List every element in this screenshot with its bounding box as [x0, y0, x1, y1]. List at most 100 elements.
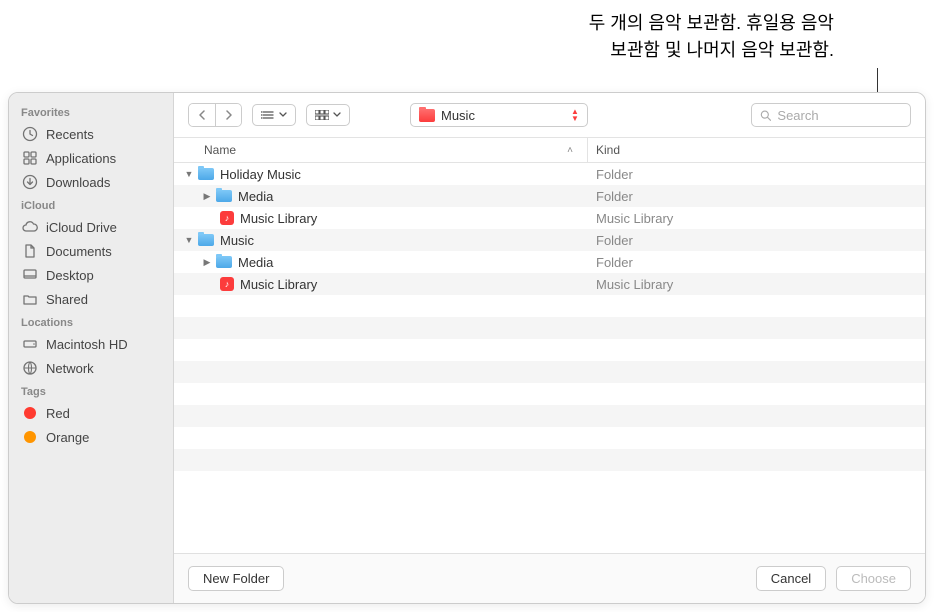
download-icon [21, 173, 39, 191]
apps-icon [21, 149, 39, 167]
tag-orange-icon [21, 428, 39, 446]
sidebar: Favorites Recents Applications Downloads… [9, 93, 174, 603]
file-name: Music Library [240, 277, 317, 292]
disk-icon [21, 335, 39, 353]
sidebar-item-label: Network [46, 361, 94, 376]
empty-row [174, 317, 925, 339]
folder-icon [198, 234, 214, 246]
sidebar-item-label: Documents [46, 244, 112, 259]
empty-row [174, 471, 925, 493]
back-button[interactable] [189, 104, 215, 126]
view-list-button[interactable] [252, 104, 296, 126]
annotation-text: 두 개의 음악 보관함. 휴일용 음악 보관함 및 나머지 음악 보관함. [589, 10, 834, 64]
clock-icon [21, 125, 39, 143]
file-list: ▼ Holiday Music Folder ▶ Media Folder ♪ … [174, 163, 925, 553]
disclosure-triangle-icon[interactable]: ▼ [184, 169, 194, 179]
sidebar-item-macintosh-hd[interactable]: Macintosh HD [9, 332, 173, 356]
shared-folder-icon [21, 290, 39, 308]
folder-icon [198, 168, 214, 180]
empty-row [174, 449, 925, 471]
list-icon [261, 110, 275, 120]
file-kind: Folder [588, 255, 925, 270]
sidebar-item-desktop[interactable]: Desktop [9, 263, 173, 287]
dialog-footer: New Folder Cancel Choose [174, 553, 925, 603]
folder-icon [216, 256, 232, 268]
cloud-icon [21, 218, 39, 236]
file-kind: Folder [588, 233, 925, 248]
main-pane: Music ▲▼ Name ˄ Kind ▼ Holiday M [174, 93, 925, 603]
document-icon [21, 242, 39, 260]
file-name: Media [238, 189, 273, 204]
sidebar-item-downloads[interactable]: Downloads [9, 170, 173, 194]
disclosure-triangle-icon[interactable]: ▶ [202, 257, 212, 268]
column-name[interactable]: Name ˄ [174, 138, 588, 162]
group-icon [315, 110, 329, 120]
list-item[interactable]: ▶ Media Folder [174, 251, 925, 273]
column-kind-label: Kind [596, 143, 620, 157]
sidebar-item-icloud-drive[interactable]: iCloud Drive [9, 215, 173, 239]
empty-row [174, 339, 925, 361]
list-item[interactable]: ▼ Holiday Music Folder [174, 163, 925, 185]
music-library-icon: ♪ [220, 277, 234, 291]
empty-row [174, 405, 925, 427]
chevron-left-icon [198, 110, 206, 120]
file-kind: Music Library [588, 211, 925, 226]
sidebar-item-label: Downloads [46, 175, 110, 190]
empty-row [174, 383, 925, 405]
sidebar-item-label: Macintosh HD [46, 337, 128, 352]
sidebar-item-recents[interactable]: Recents [9, 122, 173, 146]
file-name: Media [238, 255, 273, 270]
sidebar-item-label: Orange [46, 430, 89, 445]
list-item[interactable]: ▶ Media Folder [174, 185, 925, 207]
toolbar: Music ▲▼ [174, 93, 925, 137]
cancel-button[interactable]: Cancel [756, 566, 826, 591]
sidebar-item-label: Red [46, 406, 70, 421]
sidebar-item-label: Desktop [46, 268, 94, 283]
column-name-label: Name [204, 143, 236, 157]
sidebar-item-documents[interactable]: Documents [9, 239, 173, 263]
forward-button[interactable] [215, 104, 241, 126]
sidebar-item-network[interactable]: Network [9, 356, 173, 380]
file-kind: Music Library [588, 277, 925, 292]
empty-row [174, 295, 925, 317]
new-folder-button[interactable]: New Folder [188, 566, 284, 591]
sidebar-item-label: Applications [46, 151, 116, 166]
column-kind[interactable]: Kind [588, 138, 925, 162]
sidebar-item-label: Shared [46, 292, 88, 307]
file-name: Music Library [240, 211, 317, 226]
search-box[interactable] [751, 103, 911, 127]
desktop-icon [21, 266, 39, 284]
sidebar-item-applications[interactable]: Applications [9, 146, 173, 170]
search-input[interactable] [777, 108, 902, 123]
chevron-down-icon [333, 112, 341, 118]
sidebar-header-icloud: iCloud [9, 194, 173, 215]
file-kind: Folder [588, 167, 925, 182]
disclosure-triangle-icon[interactable]: ▼ [184, 235, 194, 245]
sidebar-item-shared[interactable]: Shared [9, 287, 173, 311]
disclosure-triangle-icon[interactable]: ▶ [202, 191, 212, 202]
chevron-right-icon [225, 110, 233, 120]
popup-arrows-icon: ▲▼ [571, 108, 579, 122]
file-name: Holiday Music [220, 167, 301, 182]
music-library-icon: ♪ [220, 211, 234, 225]
search-icon [760, 109, 771, 122]
list-item[interactable]: ▼ Music Folder [174, 229, 925, 251]
annotation-line1: 두 개의 음악 보관함. 휴일용 음악 [589, 10, 834, 37]
file-name: Music [220, 233, 254, 248]
group-button[interactable] [306, 104, 350, 126]
file-kind: Folder [588, 189, 925, 204]
folder-icon [216, 190, 232, 202]
list-header: Name ˄ Kind [174, 137, 925, 163]
file-dialog-window: Favorites Recents Applications Downloads… [8, 92, 926, 604]
chevron-down-icon [279, 112, 287, 118]
sidebar-item-tag-orange[interactable]: Orange [9, 425, 173, 449]
sidebar-item-label: iCloud Drive [46, 220, 117, 235]
list-item[interactable]: ♪ Music Library Music Library [174, 273, 925, 295]
sidebar-item-tag-red[interactable]: Red [9, 401, 173, 425]
annotation-line2: 보관함 및 나머지 음악 보관함. [589, 37, 834, 64]
list-item[interactable]: ♪ Music Library Music Library [174, 207, 925, 229]
location-popup[interactable]: Music ▲▼ [410, 103, 588, 127]
music-folder-icon [419, 109, 435, 122]
nav-buttons [188, 103, 242, 127]
choose-button[interactable]: Choose [836, 566, 911, 591]
